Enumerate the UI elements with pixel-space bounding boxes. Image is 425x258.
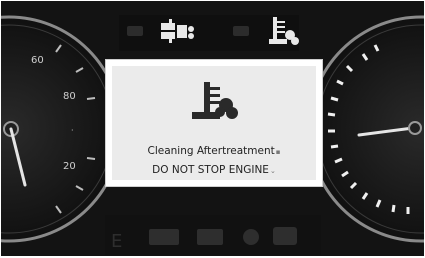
cleaning-aftertreatment-icon — [192, 82, 238, 119]
top-indicator-strip — [119, 15, 299, 51]
svg-text:E: E — [111, 231, 122, 252]
message-line-1: Cleaning Aftertreatment▪ — [147, 145, 281, 157]
svg-text:·: · — [71, 126, 74, 135]
right-gauge — [307, 15, 424, 243]
bottom-indicator-strip: E — [105, 215, 321, 255]
message-popup: Cleaning Aftertreatment▪ DO NOT STOP ENG… — [105, 59, 323, 187]
left-gauge: 60 80 · 20 — [1, 15, 123, 243]
instrument-cluster: 60 80 · 20 E Cleaning Aftertreatment▪ DO… — [1, 1, 424, 256]
svg-text:20: 20 — [63, 161, 76, 172]
message-panel: Cleaning Aftertreatment▪ DO NOT STOP ENG… — [112, 66, 316, 180]
message-line-2: DO NOT STOP ENGINE⌄ — [152, 164, 276, 176]
svg-text:80: 80 — [63, 91, 76, 102]
svg-text:60: 60 — [31, 55, 44, 66]
